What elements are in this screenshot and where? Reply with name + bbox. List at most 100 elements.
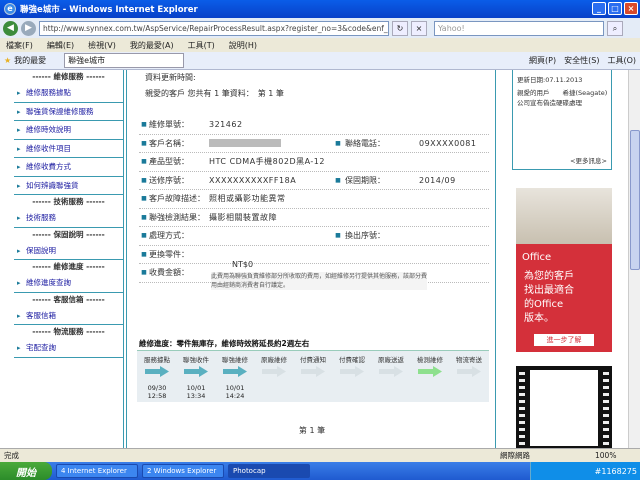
window-controls: _ □ ×: [592, 2, 638, 15]
bullet-icon: ■: [335, 139, 341, 147]
step-label: 聯強收件: [183, 356, 209, 364]
more-news-link[interactable]: <更多訊息>: [570, 155, 607, 165]
update-time: 資料更新時間:: [145, 73, 196, 82]
step-date: 10/01: [225, 384, 245, 392]
sidebar-item[interactable]: 技術服務: [14, 209, 123, 228]
masked-name: [209, 139, 281, 148]
sidebar-item[interactable]: 維修收費方式: [14, 158, 123, 177]
progress-step: 原廠送返: [371, 351, 411, 403]
browser-tab[interactable]: 聯強e城市: [64, 53, 185, 68]
window-title: 聯強e城市 - Windows Internet Explorer: [20, 5, 198, 15]
url-input[interactable]: http://www.synnex.com.tw/AspService/Repa…: [39, 20, 389, 36]
page-content: ------ 維修服務 ------ 維修服務據點聯強貨保證維修服務維修時效說明維…: [0, 70, 628, 448]
sidebar-section: ------ 技術服務 ------: [32, 197, 105, 206]
taskbar-item-explorer[interactable]: 2 Windows Explorer: [142, 464, 224, 478]
row-label: 客戶故障描述：: [149, 194, 205, 204]
step-clock: 14:24: [225, 392, 245, 400]
menu-view[interactable]: 檢視(V): [88, 40, 116, 51]
bullet-icon: ■: [141, 250, 147, 258]
system-tray: #1168275: [530, 462, 640, 480]
taskbar-item-photocap[interactable]: Photocap: [228, 464, 310, 478]
zone-indicator: 網際網路: [500, 451, 530, 460]
office-ad[interactable]: Office 為您的客戶 找出最適合 的Office 版本。 進一步了解: [516, 188, 612, 352]
sidebar-item[interactable]: 維修收件項目: [14, 140, 123, 158]
sidebar-item[interactable]: 客服信箱: [14, 307, 123, 325]
menu-edit[interactable]: 編輯(E): [47, 40, 74, 51]
menu-file[interactable]: 檔案(F): [6, 40, 33, 51]
tools-menu[interactable]: 工具(O): [607, 55, 636, 66]
film-strip-banner[interactable]: [516, 366, 612, 448]
detail-row: ■ 更換零件：: [139, 246, 489, 264]
ad-line: 的Office: [524, 299, 564, 310]
bullet-icon: ■: [141, 269, 147, 277]
search-icon[interactable]: ⌕: [607, 20, 623, 36]
sidebar-section: ------ 物流服務 ------: [32, 327, 105, 336]
sidebar-section: ------ 維修服務 ------: [32, 72, 105, 81]
back-button[interactable]: ◀: [3, 20, 18, 36]
taskbar-item-ie[interactable]: 4 Internet Explorer: [56, 464, 138, 478]
step-label: 物流寄送: [456, 356, 482, 364]
detail-row: ■ 客戶故障描述： 照相或攝影功能異常: [139, 190, 489, 209]
step-label: 服務據點: [144, 356, 170, 364]
main-panel: 資料更新時間: 親愛的客戶 您共有 1 筆資料： 第 1 筆 ■ 維修單號： 321…: [126, 70, 496, 448]
minimize-button[interactable]: _: [592, 2, 606, 15]
step-label: 付費通知: [300, 356, 326, 364]
page-menu[interactable]: 網頁(P): [529, 55, 556, 66]
sidebar-item[interactable]: 維修服務據點: [14, 84, 123, 103]
stop-icon[interactable]: ×: [411, 20, 427, 36]
bullet-icon: ■: [141, 232, 147, 240]
refresh-icon[interactable]: ↻: [392, 20, 408, 36]
ad-cta-button[interactable]: 進一步了解: [534, 334, 594, 346]
sidebar-item[interactable]: 維修進度查詢: [14, 274, 123, 293]
step-date: 09/30: [147, 384, 167, 392]
ad-line: 為您的客戶: [524, 271, 574, 282]
sidebar-item[interactable]: 如何辨識聯強貨: [14, 177, 123, 195]
menu-favorites[interactable]: 我的最愛(A): [130, 40, 174, 51]
row-label: 更換零件：: [149, 249, 189, 259]
row-value: 照相或攝影功能異常: [209, 194, 286, 204]
safety-menu[interactable]: 安全性(S): [564, 55, 599, 66]
start-button[interactable]: 開始: [0, 462, 52, 480]
news-text[interactable]: 親愛的用戶 希捷(Seagate)公司宣布偽造硬碟處理: [517, 88, 611, 108]
status-text: 完成: [4, 451, 19, 460]
arrow-icon: [379, 366, 403, 377]
search-input[interactable]: Yahoo!: [434, 20, 604, 36]
menu-tools[interactable]: 工具(T): [188, 40, 215, 51]
bullet-icon: ■: [141, 139, 147, 147]
row-label: 聯絡電話：: [345, 138, 385, 148]
step-date: 10/01: [186, 384, 206, 392]
scroll-thumb[interactable]: [630, 130, 640, 270]
fee-amount: NT$0: [232, 260, 254, 269]
command-bar: 網頁(P) 安全性(S) 工具(O): [529, 55, 636, 66]
menu-bar: 檔案(F) 編輯(E) 檢視(V) 我的最愛(A) 工具(T) 說明(H): [0, 38, 640, 52]
arrow-icon: [340, 366, 364, 377]
close-button[interactable]: ×: [624, 2, 638, 15]
news-updated: 更新日期:07.11.2013: [517, 76, 583, 84]
step-clock: 13:34: [186, 392, 206, 400]
zoom-level[interactable]: 100%: [595, 451, 616, 460]
sidebar-item[interactable]: 宅配查詢: [14, 339, 123, 358]
ad-photo: [516, 188, 612, 244]
sidebar-item[interactable]: 維修時效說明: [14, 121, 123, 140]
sidebar-item[interactable]: 聯強貨保證維修服務: [14, 103, 123, 121]
step-label: 原廠維修: [261, 356, 287, 364]
maximize-button[interactable]: □: [608, 2, 622, 15]
taskbar: 開始 4 Internet Explorer 2 Windows Explore…: [0, 462, 640, 480]
vertical-scrollbar[interactable]: [628, 70, 640, 448]
favorites-button[interactable]: 我的最愛: [14, 55, 46, 66]
watermark-id: #1168275: [594, 466, 637, 476]
row-label: 送修序號：: [149, 175, 189, 185]
status-bar: 完成 網際網路 100%: [0, 448, 640, 462]
forward-button[interactable]: ▶: [21, 20, 36, 36]
ad-line: 找出最適合: [524, 285, 574, 296]
detail-table: ■ 維修單號： 321462 ■ 客戶名稱： ■ 聯絡電話： 09XXXX0081 ■ 產品型號：…: [139, 116, 489, 283]
bullet-icon: ■: [141, 158, 147, 166]
bullet-icon: ■: [141, 213, 147, 221]
sidebar-item[interactable]: 保固說明: [14, 242, 123, 260]
step-time: 09/30 12:58: [137, 384, 177, 400]
record-count: 親愛的客戶 您共有 1 筆資料： 第 1 筆: [145, 89, 284, 98]
menu-help[interactable]: 說明(H): [229, 40, 257, 51]
progress-step: 聯強維修 10/01 14:24: [215, 351, 255, 403]
pager: 第 1 筆: [298, 426, 326, 435]
row-label: 處理方式：: [149, 231, 189, 241]
